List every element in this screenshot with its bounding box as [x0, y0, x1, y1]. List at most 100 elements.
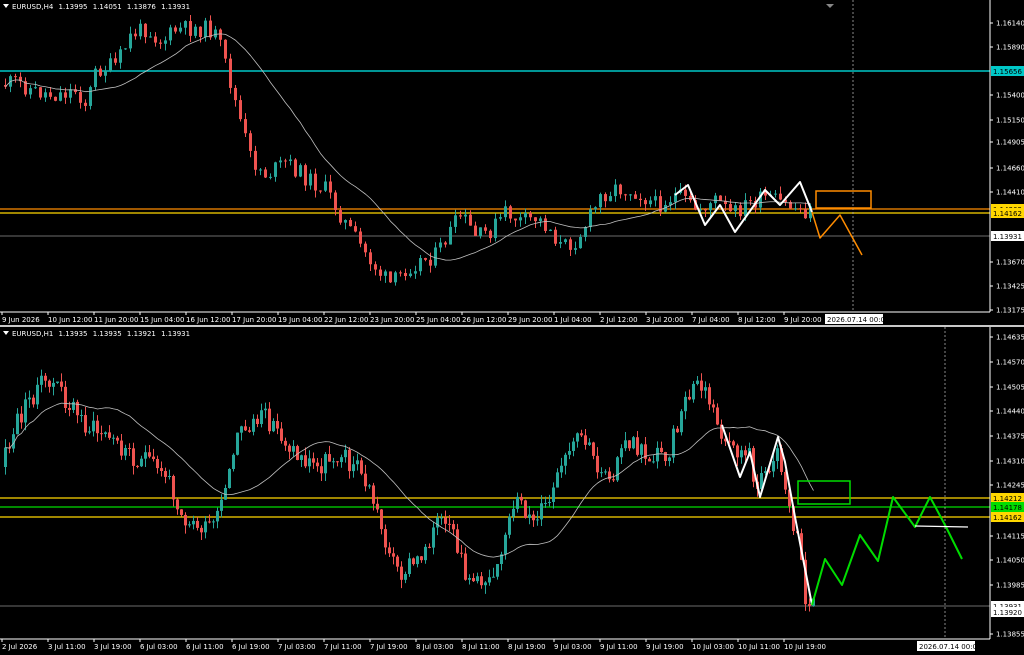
candle-body — [614, 184, 617, 197]
candle-body — [504, 534, 507, 555]
candle-body — [419, 258, 422, 272]
candle-body — [168, 475, 171, 477]
price-label-text: 1.14162 — [993, 210, 1022, 218]
candle-body — [392, 553, 395, 557]
candle-body — [208, 521, 211, 523]
candle-body — [460, 552, 463, 554]
candle-body — [224, 39, 227, 59]
candle-body — [580, 433, 583, 436]
candle-body — [774, 193, 777, 195]
candle-body — [544, 502, 547, 504]
candle-body — [436, 517, 439, 528]
candle-body — [604, 471, 607, 473]
candle-body — [354, 226, 357, 232]
price-label-text: 1.14212 — [993, 495, 1022, 503]
candle-body — [274, 162, 277, 177]
price-label-text: 1.13931 — [993, 233, 1022, 241]
candle-body — [574, 248, 577, 250]
candle-body — [29, 88, 32, 95]
candle-body — [360, 460, 363, 474]
time-tick-label: 9 Jul 11:00 — [600, 643, 638, 651]
candle-body — [324, 181, 327, 191]
candle-body — [169, 27, 172, 41]
candle-body — [432, 527, 435, 548]
candle-body — [164, 470, 167, 477]
candle-body — [209, 20, 212, 38]
candle-body — [119, 49, 122, 63]
time-marker-label: 2026.07.14 00:00 — [919, 643, 981, 651]
candle-body — [508, 516, 511, 535]
candle-body — [139, 23, 142, 37]
candle-body — [592, 442, 595, 456]
candle-body — [116, 437, 119, 441]
candle-body — [124, 48, 127, 50]
candle-body — [624, 194, 627, 196]
candle-body — [314, 173, 317, 191]
candle-body — [628, 440, 631, 449]
candle-body — [644, 200, 647, 205]
h1-chart-panel[interactable]: EURUSD,H1 1.13935 1.13935 1.13921 1.1393… — [0, 327, 1024, 655]
h1-chart-canvas[interactable]: 1.14635 1.14570 1.14505 1.14440 1.14375 1.143… — [0, 327, 1024, 655]
target-zone-box — [815, 190, 872, 209]
candle-body — [189, 21, 192, 36]
candle-body — [148, 452, 151, 457]
time-tick-label: 9 Jul 20:00 — [784, 316, 822, 324]
price-tick-label: 1.14050 — [996, 557, 1024, 565]
candle-body — [128, 447, 131, 449]
candle-body — [488, 577, 491, 583]
candle-body — [412, 558, 415, 565]
candle-body — [368, 485, 371, 487]
candle-body — [649, 200, 652, 205]
candle-body — [340, 457, 343, 463]
h4-chart-canvas[interactable]: 1.16140 1.15890 1.15400 1.15150 1.14905 1.146… — [0, 0, 1024, 325]
time-tick-label: 7 Jul 19:00 — [370, 643, 408, 651]
candle-body — [472, 578, 475, 582]
candle-body — [740, 450, 743, 458]
candle-body — [94, 68, 97, 88]
candle-body — [256, 418, 259, 425]
candle-body — [234, 87, 237, 101]
candle-body — [684, 396, 687, 412]
candle-body — [400, 566, 403, 580]
candle-body — [696, 380, 699, 384]
candle-body — [294, 159, 297, 177]
candle-body — [680, 411, 683, 433]
candle-body — [244, 426, 247, 431]
candle-body — [124, 447, 127, 456]
candle-body — [232, 454, 235, 469]
candle-body — [634, 194, 637, 199]
candle-body — [539, 218, 542, 222]
time-marker-label: 2026.07.14 00:00 — [827, 316, 889, 324]
candle-body — [316, 462, 319, 467]
candle-body — [264, 169, 267, 178]
candle-body — [48, 380, 51, 387]
candle-body — [494, 218, 497, 239]
candle-body — [712, 404, 715, 408]
candle-body — [28, 397, 31, 400]
moving-average-line — [5, 33, 811, 261]
candle-body — [449, 226, 452, 245]
candle-body — [252, 418, 255, 432]
candle-body — [239, 100, 242, 120]
price-tick-label: 1.14660 — [996, 165, 1024, 173]
moving-average-line — [5, 402, 814, 558]
time-tick-label: 6 Jul 03:00 — [140, 643, 178, 651]
candle-body — [376, 503, 379, 510]
candle-body — [36, 384, 39, 405]
candle-body — [254, 150, 257, 170]
h4-chart-panel[interactable]: EURUSD,H4 1.13995 1.14051 1.13876 1.1393… — [0, 0, 1024, 325]
candle-body — [560, 465, 563, 473]
candle-body — [264, 408, 267, 411]
candle-body — [604, 194, 607, 202]
price-tick-label: 1.13425 — [996, 283, 1024, 291]
candle-body — [20, 413, 23, 423]
candle-body — [154, 36, 157, 43]
time-tick-label: 29 Jun 20:00 — [508, 316, 552, 324]
candle-body — [334, 192, 337, 211]
candle-body — [204, 521, 207, 533]
candle-body — [479, 227, 482, 237]
candle-body — [456, 529, 459, 553]
candle-body — [656, 447, 659, 462]
candle-body — [32, 397, 35, 405]
time-tick-label: 26 Jun 12:00 — [462, 316, 506, 324]
